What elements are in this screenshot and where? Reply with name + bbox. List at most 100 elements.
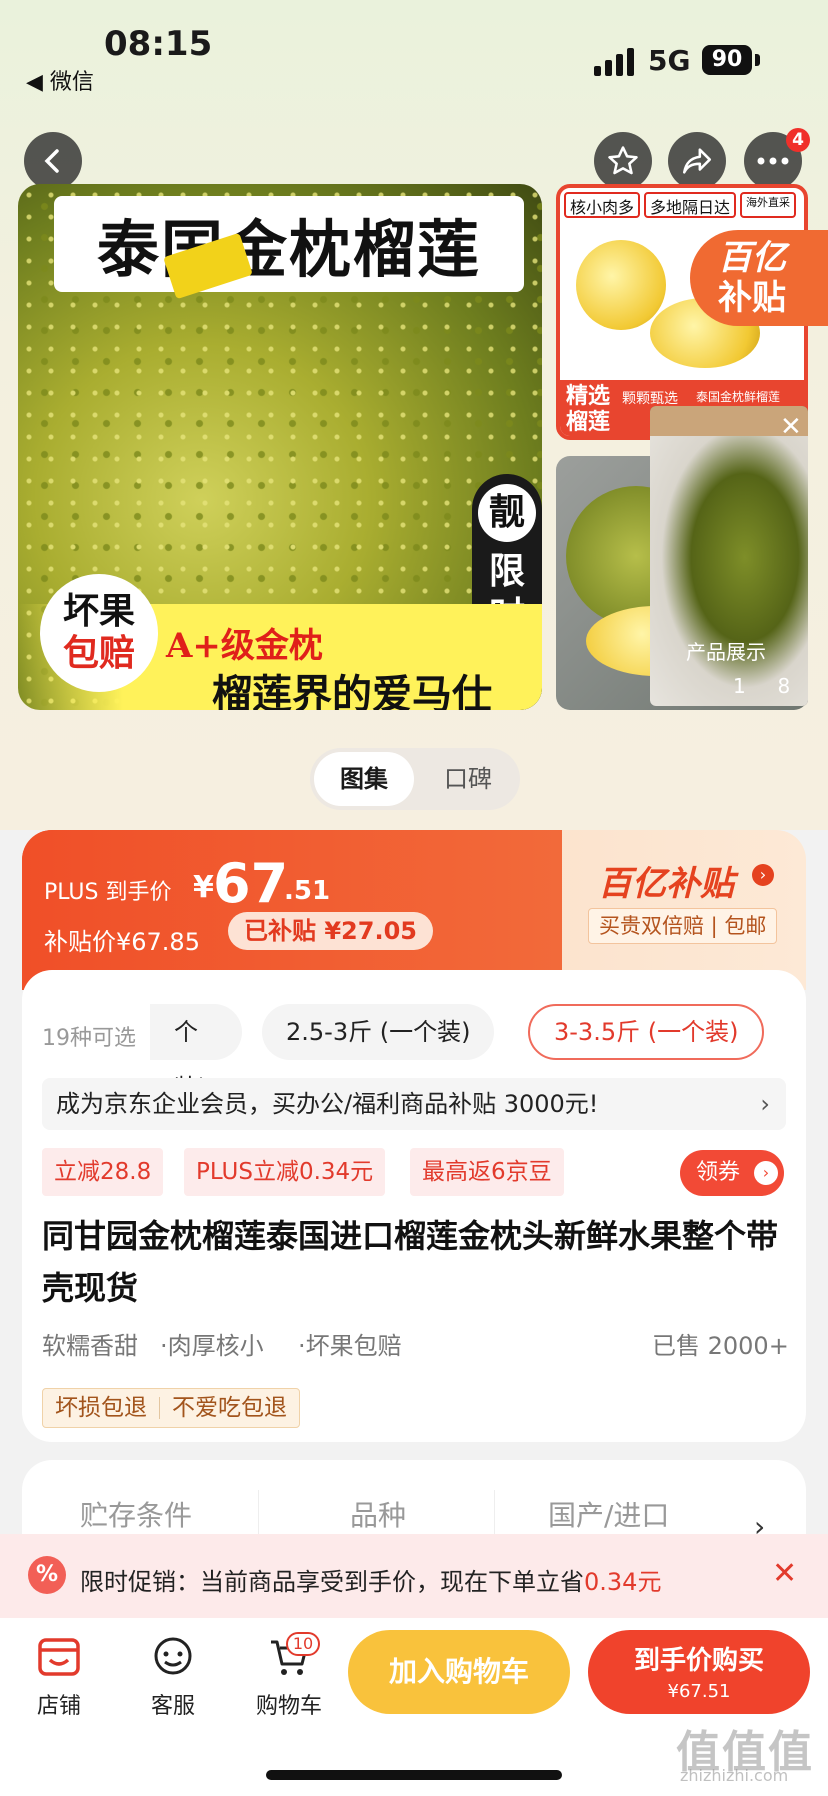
spec-option[interactable]: 2.5-3斤 (一个装) [262, 1004, 495, 1060]
spec-count[interactable]: 19种可选 [42, 1020, 136, 1052]
yen-symbol: ¥ [193, 870, 214, 905]
chevron-left-icon [44, 149, 59, 173]
thumb-bottom-sub: 泰国金枕鲜榴莲 [696, 390, 781, 404]
coupon-tag[interactable]: 立减28.8 [42, 1148, 164, 1196]
chevron-right-icon[interactable]: › [752, 864, 774, 886]
product-title: 同甘园金枕榴莲泰国进口榴莲金枕头新鲜水果整个带壳现货 [42, 1217, 779, 1307]
main-product-image[interactable]: 泰国金枕榴莲 靓 限 时 特 价 坏果 包赔 A+级金枕 榴莲界的爱马仕 [18, 184, 542, 710]
badge-line: 坏果 [62, 591, 135, 632]
chat-icon [154, 1637, 192, 1675]
plus-price-label: PLUS 到手价 [44, 880, 172, 905]
status-bar: 08:15 ◀ 微信 5G 90 [0, 0, 828, 120]
subsidy-line: 补贴 [718, 278, 786, 318]
thumb-tags: 核小肉多 多地隔日达 海外直采 [560, 188, 804, 222]
battery-icon: 90 [702, 45, 752, 75]
battery-tip [755, 54, 760, 66]
video-total: 8 [777, 674, 791, 698]
promo-text: 限时促销：当前商品享受到手价，现在下单立省0.34元 [80, 1562, 661, 1597]
sold-count: 已售 2000+ [652, 1332, 789, 1360]
guarantee-item: 坏损包退 [55, 1395, 147, 1421]
signal-icon [594, 48, 634, 76]
back-to-wechat[interactable]: ◀ 微信 [26, 64, 94, 96]
home-indicator [266, 1770, 562, 1780]
subsidized-badge: 已补贴 ¥27.05 [228, 912, 433, 950]
share-button[interactable] [668, 132, 726, 190]
side-big-char: 靓 [478, 484, 536, 542]
tab-reviews[interactable]: 口碑 [418, 752, 518, 806]
back-button[interactable] [24, 132, 82, 190]
fruit-image [576, 240, 666, 330]
share-icon [682, 148, 712, 174]
shop-label: 店铺 [36, 1694, 81, 1719]
divider [494, 1490, 495, 1534]
watermark-url: zhizhizhi.com [680, 1766, 789, 1785]
thumb-bottom-sub: 颗颗甄选 [622, 391, 678, 407]
subsidy-brand[interactable]: 百亿补贴 [598, 856, 734, 905]
chevron-right-icon: › [754, 1161, 778, 1185]
bad-fruit-badge: 坏果 包赔 [40, 574, 158, 692]
thumb-bottom-line: 精选 [566, 384, 611, 409]
shop-tab[interactable]: 店铺 [14, 1636, 104, 1720]
video-frame [650, 436, 808, 706]
grade-text: A+级金枕 [166, 626, 323, 666]
chevron-right-icon: › [760, 1090, 770, 1118]
favorite-button[interactable] [594, 132, 652, 190]
thumb-tag: 海外直采 [740, 192, 797, 218]
thumb-tag: 多地隔日达 [644, 192, 737, 218]
gallery-toggle: 图集 口碑 [310, 748, 520, 810]
video-label: 产品展示 [686, 640, 766, 664]
price-decimal: .51 [284, 876, 331, 906]
buy-now-label: 到手价购买 [633, 1646, 764, 1676]
attribute-label: 国产/进口 [548, 1499, 670, 1532]
service-tab[interactable]: 客服 [128, 1636, 218, 1720]
close-icon[interactable]: ✕ [772, 1556, 797, 1591]
more-dots-icon [757, 157, 789, 165]
star-icon [608, 146, 638, 175]
cart-count-badge: 10 [286, 1632, 320, 1656]
tab-gallery[interactable]: 图集 [314, 752, 414, 806]
guarantee-tag[interactable]: 坏损包退 不爱吃包退 [42, 1388, 300, 1428]
promo-amount: 0.34元 [584, 1568, 662, 1596]
thumb-bottom-line: 榴莲 [566, 410, 611, 435]
feature-item: ·肉厚核小 [160, 1332, 264, 1360]
feature-item: ·坏果包赔 [298, 1332, 402, 1360]
add-to-cart-button[interactable]: 加入购物车 [348, 1630, 570, 1714]
guarantee-item: 不爱吃包退 [172, 1395, 287, 1421]
thumb-tag: 核小肉多 [564, 192, 641, 218]
slogan-text: 榴莲界的爱马仕 [212, 672, 492, 710]
get-coupon-button[interactable]: 领券 › [680, 1150, 784, 1196]
vip-bar[interactable]: 成为京东企业会员，买办公/福利商品补贴 3000元! › [42, 1078, 786, 1130]
coupon-tag[interactable]: PLUS立减0.34元 [184, 1148, 386, 1196]
get-coupon-label: 领券 [696, 1160, 741, 1185]
promo-prefix: 限时促销：当前商品享受到手价，现在下单立省 [80, 1568, 584, 1596]
coupon-tag[interactable]: 最高返6京豆 [410, 1148, 564, 1196]
buy-now-price: ¥67.51 [667, 1681, 731, 1702]
subsidy-line: 百亿 [718, 238, 786, 278]
side-char: 限 [488, 551, 525, 592]
subsidy-float-badge[interactable]: 百亿 补贴 [690, 230, 828, 326]
percent-icon: % [28, 1556, 66, 1594]
buy-now-button[interactable]: 到手价购买 ¥67.51 [588, 1630, 810, 1714]
spec-option-selected[interactable]: 3-3.5斤 (一个装) [528, 1004, 765, 1060]
attribute-label: 品种 [350, 1499, 407, 1532]
image-title: 泰国金枕榴莲 [54, 196, 524, 292]
price-card-left [22, 830, 562, 990]
network-type: 5G [648, 44, 691, 77]
vip-bar-text: 成为京东企业会员，买办公/福利商品补贴 3000元! [56, 1090, 599, 1118]
clock: 08:15 [104, 24, 213, 64]
service-pill[interactable]: 买贵双倍赔 | 包邮 [588, 908, 778, 944]
divider [258, 1490, 259, 1534]
thumb-bottom-label: 精选 榴莲 [566, 384, 610, 436]
notify-badge: 4 [786, 128, 810, 152]
attribute-label: 贮存条件 [80, 1499, 193, 1532]
subsidy-price: 补贴价¥67.85 [44, 928, 200, 956]
badge-line: 包赔 [62, 633, 135, 674]
video-page-count: 1 8 [733, 674, 790, 698]
shop-icon [38, 1638, 80, 1676]
price-integer: 67 [213, 852, 289, 915]
close-icon[interactable]: ✕ [780, 412, 802, 442]
video-page: 1 [733, 674, 746, 698]
cart-label: 购物车 [255, 1694, 322, 1719]
spec-option[interactable]: 个装) [150, 1004, 242, 1102]
service-label: 客服 [150, 1694, 195, 1719]
